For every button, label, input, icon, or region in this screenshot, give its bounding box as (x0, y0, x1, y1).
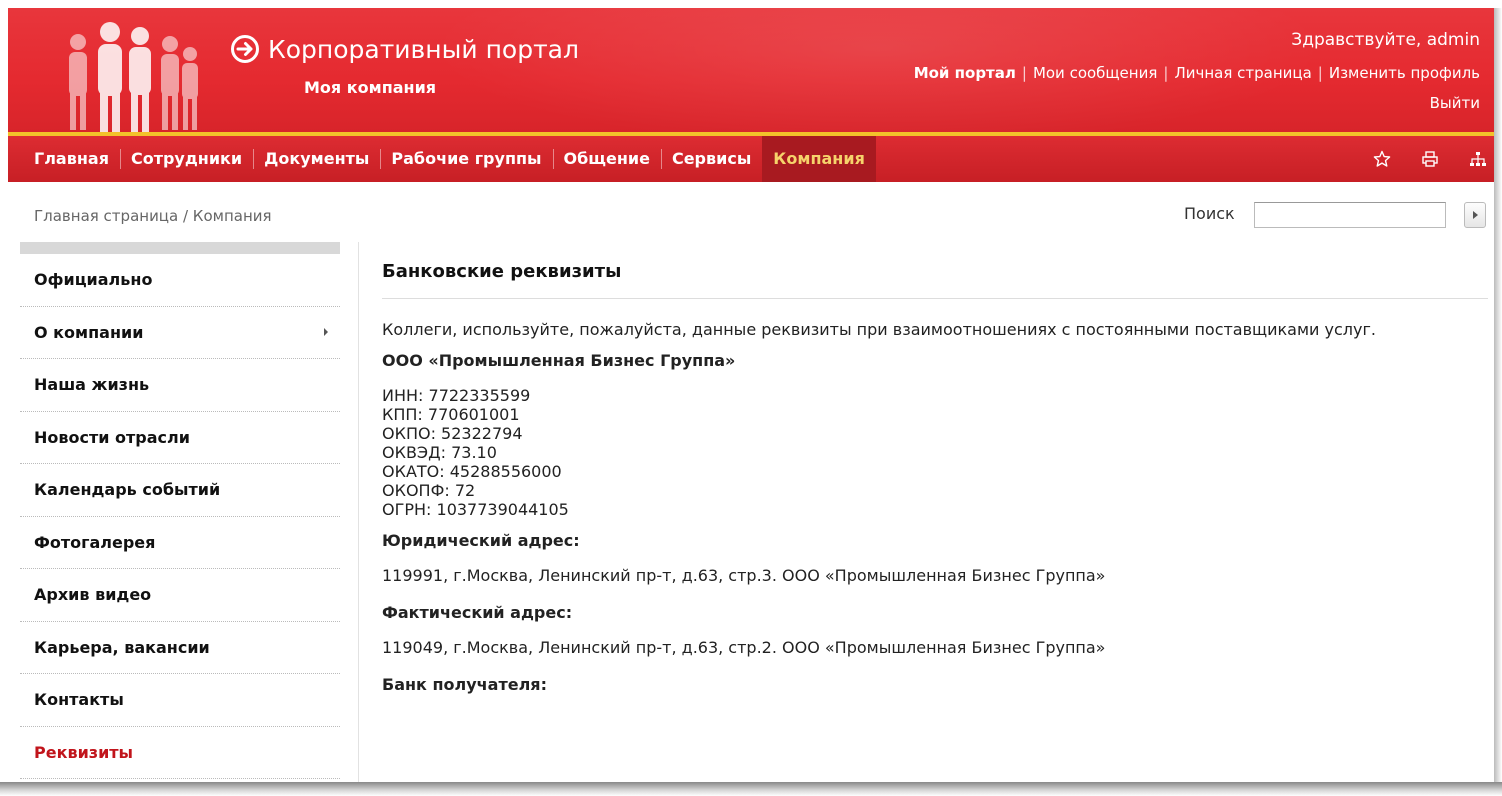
sidebar-top-bar (20, 242, 340, 254)
sitemap-icon[interactable] (1468, 149, 1488, 169)
sidebar-item-events-calendar[interactable]: Календарь событий (20, 464, 340, 517)
page-title: Банковские реквизиты (382, 261, 622, 282)
breadcrumb[interactable]: Главная страница / Компания (34, 207, 272, 225)
sidebar-item-label: Архив видео (34, 585, 152, 605)
title-divider (382, 298, 1488, 299)
requisite-inn: ИНН: 7722335599 (382, 386, 531, 405)
requisite-okato: ОКАТО: 45288556000 (382, 462, 562, 481)
sidebar-item-label: Карьера, вакансии (34, 637, 210, 657)
legal-address-heading: Юридический адрес: (382, 531, 580, 550)
sidebar-item-label: Новости отрасли (34, 427, 190, 447)
sidebar-item-label: Реквизиты (34, 742, 134, 762)
requisites-list: ИНН: 7722335599 КПП: 770601001 ОКПО: 523… (382, 386, 1488, 519)
window-shadow-bottom (0, 782, 1502, 796)
sidebar-menu: Официально О компании Наша жизнь Новости… (20, 254, 340, 779)
sidebar-item-label: Календарь событий (34, 480, 221, 500)
requisite-ogrn: ОГРН: 1037739044105 (382, 500, 569, 519)
link-separator: | (1317, 64, 1323, 82)
top-links: Мой портал | Мои сообщения | Личная страница… (914, 64, 1480, 82)
nav-item-employees[interactable]: Сотрудники (119, 136, 253, 182)
actual-address: 119049, г.Москва, Ленинский пр-т, д.63, … (382, 638, 1106, 657)
legal-address: 119991, г.Москва, Ленинский пр-т, д.63, … (382, 566, 1106, 585)
people-logo-icon (69, 22, 198, 132)
star-icon[interactable] (1372, 149, 1392, 169)
actual-address-heading: Фактический адрес: (382, 603, 573, 622)
link-my-messages[interactable]: Мои сообщения (1033, 64, 1157, 82)
nav-icons (1372, 136, 1488, 182)
link-personal-page[interactable]: Личная страница (1174, 64, 1311, 82)
column-divider (358, 242, 359, 784)
nav-item-documents[interactable]: Документы (253, 136, 380, 182)
window-shadow-right (1494, 8, 1502, 788)
nav-item-home[interactable]: Главная (8, 136, 120, 182)
nav-item-services[interactable]: Сервисы (660, 136, 762, 182)
sidebar-item-about[interactable]: О компании (20, 307, 340, 359)
requisite-okved: ОКВЭД: 73.10 (382, 443, 497, 462)
intro-text: Коллеги, используйте, пожалуйста, данные… (382, 320, 1376, 339)
search-label: Поиск (1184, 204, 1235, 223)
chevron-right-icon (324, 328, 328, 337)
sidebar-item-label: Контакты (34, 690, 124, 710)
requisite-kpp: КПП: 770601001 (382, 405, 520, 424)
sidebar-item-label: Фотогалерея (34, 532, 156, 552)
link-edit-profile[interactable]: Изменить профиль (1329, 64, 1480, 82)
sidebar-item-photo-gallery[interactable]: Фотогалерея (20, 517, 340, 569)
link-separator: | (1021, 64, 1027, 82)
sidebar-item-label: Официально (34, 270, 153, 290)
company-name: Моя компания (304, 78, 437, 97)
company-name-heading: ООО «Промышленная Бизнес Группа» (382, 351, 736, 370)
portal-window: Корпоративный портал Моя компания Здравс… (8, 8, 1502, 784)
portal-title-text: Корпоративный портал (268, 34, 579, 64)
sidebar-item-careers[interactable]: Карьера, вакансии (20, 622, 340, 674)
requisite-okopf: ОКОПФ: 72 (382, 481, 476, 500)
sidebar-item-label: О компании (34, 322, 144, 342)
sidebar-item-requisites[interactable]: Реквизиты (20, 727, 340, 779)
link-my-portal[interactable]: Мой портал (914, 64, 1016, 82)
play-arrow-icon (1472, 211, 1478, 219)
sidebar-item-video-archive[interactable]: Архив видео (20, 569, 340, 622)
main-nav: Главная Сотрудники Документы Рабочие гру… (8, 136, 1502, 182)
logout-link[interactable]: Выйти (1430, 94, 1480, 112)
bank-heading: Банк получателя: (382, 675, 547, 694)
sidebar-item-official[interactable]: Официально (20, 254, 340, 307)
sidebar-item-label: Наша жизнь (34, 375, 150, 395)
print-icon[interactable] (1420, 149, 1440, 169)
sidebar-item-contacts[interactable]: Контакты (20, 674, 340, 727)
search-button[interactable] (1464, 202, 1486, 228)
sidebar-item-industry-news[interactable]: Новости отрасли (20, 412, 340, 464)
requisite-okpo: ОКПО: 52322794 (382, 424, 523, 443)
nav-item-workgroups[interactable]: Рабочие группы (380, 136, 552, 182)
arrow-right-circle-icon (231, 35, 259, 63)
sidebar-item-our-life[interactable]: Наша жизнь (20, 359, 340, 412)
portal-header: Корпоративный портал Моя компания Здравс… (8, 8, 1502, 136)
main-content: Банковские реквизиты Коллеги, используйт… (382, 258, 1488, 710)
search-input[interactable] (1254, 202, 1446, 228)
nav-item-communication[interactable]: Общение (552, 136, 661, 182)
nav-item-company[interactable]: Компания (762, 136, 876, 182)
user-greeting: Здравствуйте, admin (1291, 30, 1480, 50)
link-separator: | (1163, 64, 1169, 82)
portal-title[interactable]: Корпоративный портал (230, 34, 579, 64)
